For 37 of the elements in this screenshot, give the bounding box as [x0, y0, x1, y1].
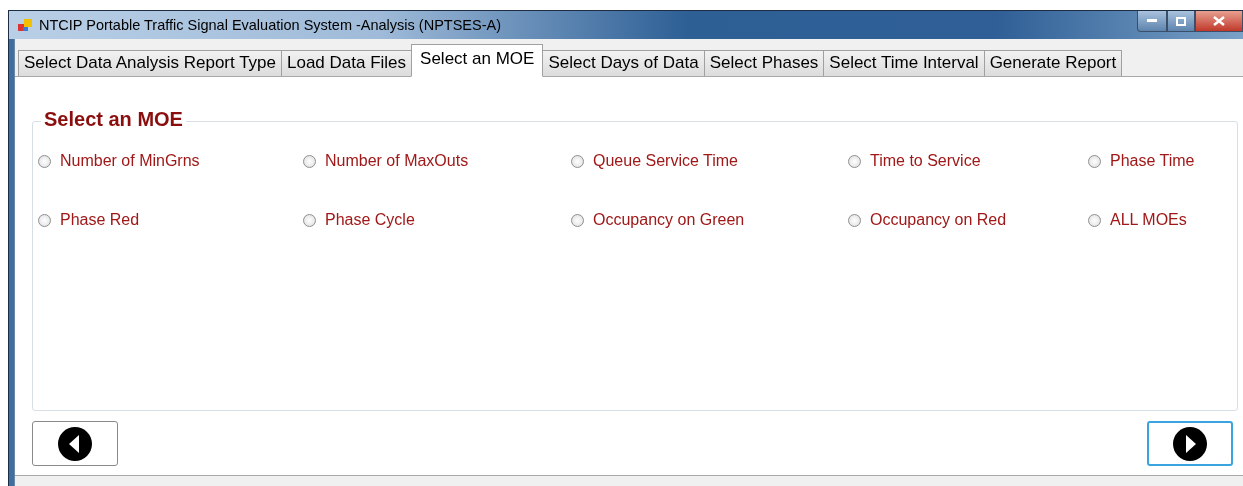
radio-button[interactable] [1088, 213, 1101, 227]
radio-label[interactable]: Occupancy on Red [870, 211, 1007, 229]
radio-button[interactable] [571, 213, 584, 227]
tab[interactable]: Generate Report [983, 50, 1123, 76]
minimize-button[interactable] [1137, 11, 1167, 32]
next-button[interactable] [1147, 421, 1233, 466]
back-button[interactable] [32, 421, 118, 466]
tab[interactable]: Select Phases [703, 50, 825, 76]
tab[interactable]: Select Days of Data [542, 50, 705, 76]
close-icon [1213, 16, 1225, 26]
radio-label[interactable]: Phase Cycle [325, 211, 415, 229]
close-button[interactable] [1195, 11, 1243, 32]
radio-label[interactable]: Queue Service Time [593, 152, 738, 170]
radio-button[interactable] [571, 154, 584, 168]
radio-label[interactable]: Number of MaxOuts [325, 152, 469, 170]
radio-button[interactable] [38, 154, 51, 168]
radio-label[interactable]: Occupancy on Green [593, 211, 745, 229]
radio-label[interactable]: ALL MOEs [1110, 211, 1187, 229]
radio-button[interactable] [848, 213, 861, 227]
tab[interactable]: Select Data Analysis Report Type [18, 50, 282, 76]
radio-label[interactable]: Phase Red [60, 211, 140, 229]
radio-button[interactable] [303, 213, 316, 227]
radio-button[interactable] [38, 213, 51, 227]
window-title: NTCIP Portable Traffic Signal Evaluation System -Analysis (NPTSES-A) [39, 17, 502, 33]
tab[interactable]: Load Data Files [281, 50, 413, 76]
maximize-icon [1176, 16, 1186, 26]
minimize-icon [1147, 19, 1157, 23]
app-icon [17, 17, 33, 33]
radio-label[interactable]: Phase Time [1110, 152, 1195, 170]
radio-label[interactable]: Number of MinGrns [60, 152, 200, 170]
radio-button[interactable] [303, 154, 316, 168]
tab[interactable]: Select an MOE [411, 44, 544, 77]
tab[interactable]: Select Time Interval [823, 50, 985, 76]
radio-button[interactable] [848, 154, 861, 168]
maximize-button[interactable] [1167, 11, 1195, 32]
radio-label[interactable]: Time to Service [870, 152, 981, 170]
radio-button[interactable] [1088, 154, 1101, 168]
